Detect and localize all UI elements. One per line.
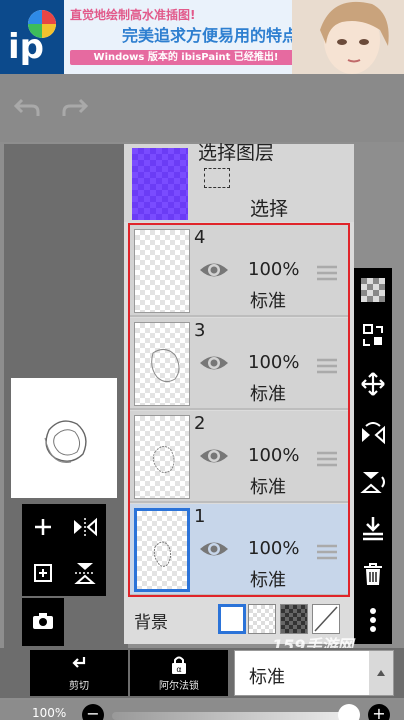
svg-text:α: α [176,665,181,674]
plus-icon [35,519,51,535]
checker-icon [361,278,385,302]
opacity-slider-row: 100% − + [0,700,404,720]
ad-text-1: 直觉地绘制高水准插图! [70,8,196,22]
alpha-lock-button[interactable]: α 阿尔法锁 [130,650,228,696]
merge-down-button[interactable] [354,508,392,548]
lock-icon: α [172,656,186,674]
opacity-slider-knob[interactable] [338,704,360,720]
layers-highlight-frame [128,223,350,597]
selection-marquee-icon [204,168,230,188]
add-image-icon [34,564,52,582]
layer-flip-horizontal-button[interactable] [354,414,392,454]
trash-icon [364,563,382,585]
selection-layer-thumbnail [132,148,188,220]
flip-vertical-button[interactable] [64,550,106,596]
ad-text-3: Windows 版本的 ibisPaint 已经推出! [70,50,302,65]
camera-icon [33,613,53,629]
opacity-value: 100% [32,706,67,720]
add-layer-button[interactable] [22,504,64,550]
opacity-increase-button[interactable]: + [368,704,390,720]
transform-button[interactable] [354,364,392,404]
selection-layer-title: 选择图层 [198,142,275,164]
move-arrows-icon [361,372,385,396]
right-toolbar [354,268,392,644]
background-dark-checker-swatch[interactable] [280,604,308,634]
flip-horizontal-button[interactable] [64,504,106,550]
clip-arrow-icon [72,657,86,668]
move-layer-button[interactable] [354,316,392,356]
canvas-preview[interactable] [11,378,117,498]
layer-swap-icon [363,324,383,346]
background-label: 背景 [134,613,168,633]
selection-layer-row[interactable]: 选择图层 选择 [124,142,354,222]
more-vertical-icon [370,608,376,632]
flip-horizontal-icon [362,422,385,445]
background-white-swatch[interactable] [218,604,246,634]
background-none-swatch[interactable] [312,604,340,634]
left-tool-grid [22,504,106,596]
opacity-slider-track[interactable] [112,712,356,720]
selection-layer-label: 选择 [250,198,289,220]
ad-text-2: 完美追求方便易用的特点! [122,26,306,45]
ibispaint-logo: ip [0,0,64,74]
layer-flip-vertical-button[interactable] [354,462,392,502]
more-options-button[interactable] [354,600,392,640]
ibispaint-screen: ip 直觉地绘制高水准插图! 完美追求方便易用的特点! Windows 版本的 … [0,0,404,720]
flip-vertical-icon [360,472,385,493]
ad-character-image [292,0,404,74]
camera-button[interactable] [22,598,64,646]
redo-icon[interactable] [62,96,89,122]
ad-banner[interactable]: ip 直觉地绘制高水准插图! 完美追求方便易用的特点! Windows 版本的 … [0,0,404,74]
background-checker-swatch[interactable] [248,604,276,634]
flip-vertical-icon [74,563,96,584]
clip-button[interactable]: 剪切 [30,650,128,696]
add-image-layer-button[interactable] [22,550,64,596]
alpha-lock-label: 阿尔法锁 [159,681,199,692]
merge-down-icon [363,517,383,541]
blend-mode-value: 标准 [249,667,285,688]
blend-mode-select[interactable]: 标准 [234,650,394,696]
bottom-bar: 剪切 α 阿尔法锁 标准 [0,648,404,698]
undo-icon[interactable] [13,96,40,122]
transparency-button[interactable] [354,270,392,310]
dropdown-arrow-icon[interactable] [369,651,393,695]
opacity-decrease-button[interactable]: − [82,704,104,720]
delete-layer-button[interactable] [354,554,392,594]
clip-label: 剪切 [69,681,89,692]
flip-horizontal-icon [74,517,97,537]
top-toolbar [0,74,404,142]
